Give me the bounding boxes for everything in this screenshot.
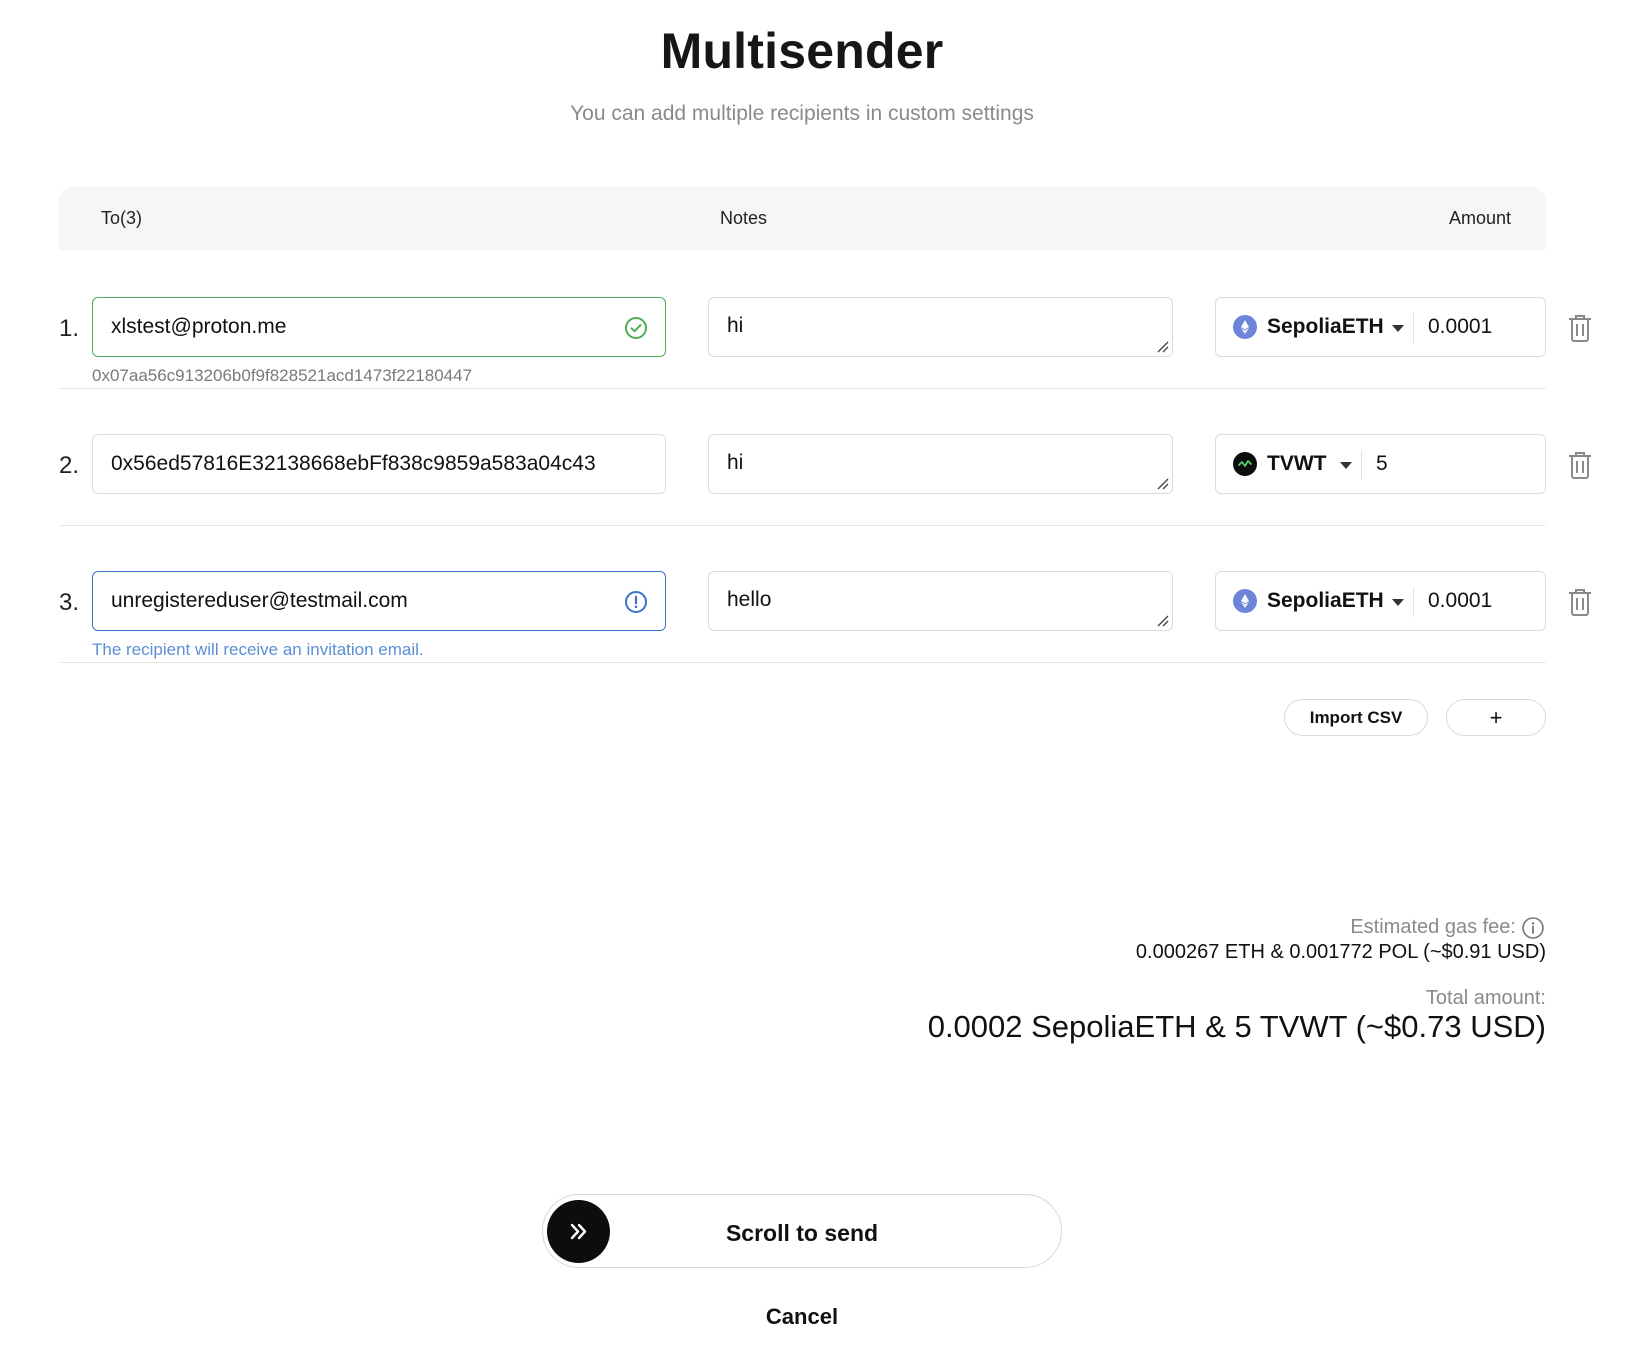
recipient-value: unregistereduser@testmail.com bbox=[111, 589, 408, 612]
recipient-value: xlstest@proton.me bbox=[111, 315, 287, 338]
row-divider bbox=[59, 662, 1546, 663]
resize-handle-icon[interactable] bbox=[1154, 475, 1170, 491]
divider bbox=[1413, 587, 1414, 617]
import-csv-button[interactable]: Import CSV bbox=[1284, 699, 1428, 736]
notes-textarea[interactable]: hi bbox=[708, 434, 1173, 494]
row-number: 1. bbox=[59, 315, 80, 342]
trash-icon[interactable] bbox=[1567, 587, 1593, 617]
chevron-down-icon[interactable] bbox=[1340, 462, 1352, 469]
trash-icon[interactable] bbox=[1567, 450, 1593, 480]
divider bbox=[1361, 450, 1362, 480]
total-amount-label: Total amount: bbox=[1425, 987, 1546, 1009]
amount-input-group: TVWT 5 bbox=[1215, 434, 1546, 494]
recipient-value: 0x56ed57816E32138668ebFf838c9859a583a04c… bbox=[111, 452, 596, 475]
resize-handle-icon[interactable] bbox=[1154, 338, 1170, 354]
amount-input-group: SepoliaETH 0.0001 bbox=[1215, 297, 1546, 357]
notes-value: hello bbox=[727, 588, 772, 611]
notes-textarea[interactable]: hi bbox=[708, 297, 1173, 357]
row-number: 3. bbox=[59, 589, 80, 616]
recipient-input[interactable]: xlstest@proton.me bbox=[92, 297, 666, 357]
slider-label: Scroll to send bbox=[725, 1220, 879, 1246]
amount-input[interactable]: 0.0001 bbox=[1428, 315, 1492, 339]
gas-fee-label: Estimated gas fee: bbox=[1350, 916, 1516, 938]
check-circle-icon bbox=[625, 317, 647, 339]
info-icon[interactable] bbox=[1521, 916, 1545, 940]
scroll-to-send-slider[interactable]: Scroll to send bbox=[542, 1194, 1062, 1268]
amount-input-group: SepoliaETH 0.0001 bbox=[1215, 571, 1546, 631]
page-title: Multisender bbox=[660, 23, 944, 79]
tvwt-icon bbox=[1233, 452, 1257, 476]
total-amount-value: 0.0002 SepoliaETH & 5 TVWT (~$0.73 USD) bbox=[927, 1009, 1546, 1044]
column-header-to: To(3) bbox=[101, 208, 143, 228]
resize-handle-icon[interactable] bbox=[1154, 612, 1170, 628]
trash-icon[interactable] bbox=[1567, 313, 1593, 343]
notes-value: hi bbox=[727, 451, 744, 474]
notes-value: hi bbox=[727, 314, 744, 337]
recipient-input[interactable]: 0x56ed57816E32138668ebFf838c9859a583a04c… bbox=[92, 434, 666, 494]
recipient-input[interactable]: unregistereduser@testmail.com bbox=[92, 571, 666, 631]
chevron-down-icon[interactable] bbox=[1392, 599, 1404, 606]
token-select[interactable]: SepoliaETH bbox=[1267, 589, 1384, 613]
amount-input[interactable]: 5 bbox=[1376, 452, 1388, 476]
table-header: To(3) Notes Amount bbox=[59, 187, 1546, 250]
ethereum-icon bbox=[1233, 589, 1257, 613]
notes-textarea[interactable]: hello bbox=[708, 571, 1173, 631]
token-select[interactable]: TVWT bbox=[1267, 452, 1326, 476]
column-header-amount: Amount bbox=[1448, 208, 1511, 228]
cancel-button[interactable]: Cancel bbox=[0, 1304, 1604, 1330]
chevron-down-icon[interactable] bbox=[1392, 325, 1404, 332]
row-number: 2. bbox=[59, 452, 80, 479]
row-divider bbox=[59, 388, 1546, 389]
token-select[interactable]: SepoliaETH bbox=[1267, 315, 1384, 339]
info-icon bbox=[625, 591, 647, 613]
amount-input[interactable]: 0.0001 bbox=[1428, 589, 1492, 613]
add-recipient-button[interactable]: + bbox=[1446, 699, 1546, 736]
row-divider bbox=[59, 525, 1546, 526]
gas-fee-value: 0.000267 ETH & 0.001772 POL (~$0.91 USD) bbox=[1135, 941, 1546, 963]
divider bbox=[1413, 313, 1414, 343]
column-header-notes: Notes bbox=[720, 208, 768, 228]
page-subtitle: You can add multiple recipients in custo… bbox=[570, 102, 1034, 125]
invitation-hint: The recipient will receive an invitation… bbox=[92, 640, 424, 659]
ethereum-icon bbox=[1233, 315, 1257, 339]
resolved-address: 0x07aa56c913206b0f9f828521acd1473f221804… bbox=[92, 366, 473, 385]
